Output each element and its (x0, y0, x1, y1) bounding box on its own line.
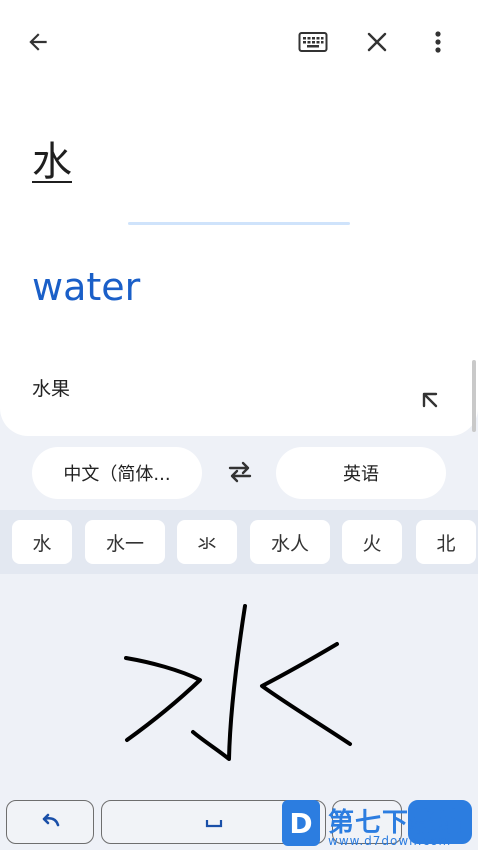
undo-icon (38, 811, 62, 833)
space-icon (205, 813, 223, 832)
close-icon (366, 31, 388, 53)
source-language-button[interactable]: 中文（简体... (32, 447, 202, 499)
more-options-button[interactable] (418, 22, 458, 62)
candidate-item[interactable]: 北 (416, 520, 476, 564)
target-language-label: 英语 (343, 464, 379, 485)
watermark-url: www.d7down.com (328, 834, 452, 848)
more-vert-icon (434, 30, 442, 54)
scrollbar[interactable] (472, 360, 476, 432)
keyboard-button[interactable] (293, 22, 333, 62)
undo-button[interactable] (6, 800, 94, 844)
arrow-left-icon (25, 29, 51, 55)
source-language-label: 中文（简体... (63, 464, 171, 485)
close-button[interactable] (357, 22, 397, 62)
divider (128, 222, 350, 225)
candidate-item[interactable]: 水人 (250, 520, 330, 564)
translation-text: water (32, 265, 141, 309)
candidate-item[interactable]: 水 (12, 520, 72, 564)
candidate-item[interactable]: 水一 (85, 520, 165, 564)
candidate-item[interactable]: 氺 (177, 520, 237, 564)
watermark-logo: D (282, 800, 320, 846)
translation-card (0, 0, 478, 436)
back-button[interactable] (18, 22, 58, 62)
handwriting-strokes (124, 604, 352, 761)
target-language-button[interactable]: 英语 (276, 447, 446, 499)
arrow-up-left-icon[interactable] (418, 388, 442, 412)
swap-icon (226, 461, 254, 487)
keyboard-icon (298, 30, 328, 54)
suggestion-text[interactable]: 水果 (32, 374, 70, 401)
handwriting-pad[interactable] (0, 574, 478, 794)
candidate-item[interactable]: 火 (342, 520, 402, 564)
swap-languages-button[interactable] (220, 454, 260, 494)
source-text[interactable]: 水 (32, 136, 72, 188)
